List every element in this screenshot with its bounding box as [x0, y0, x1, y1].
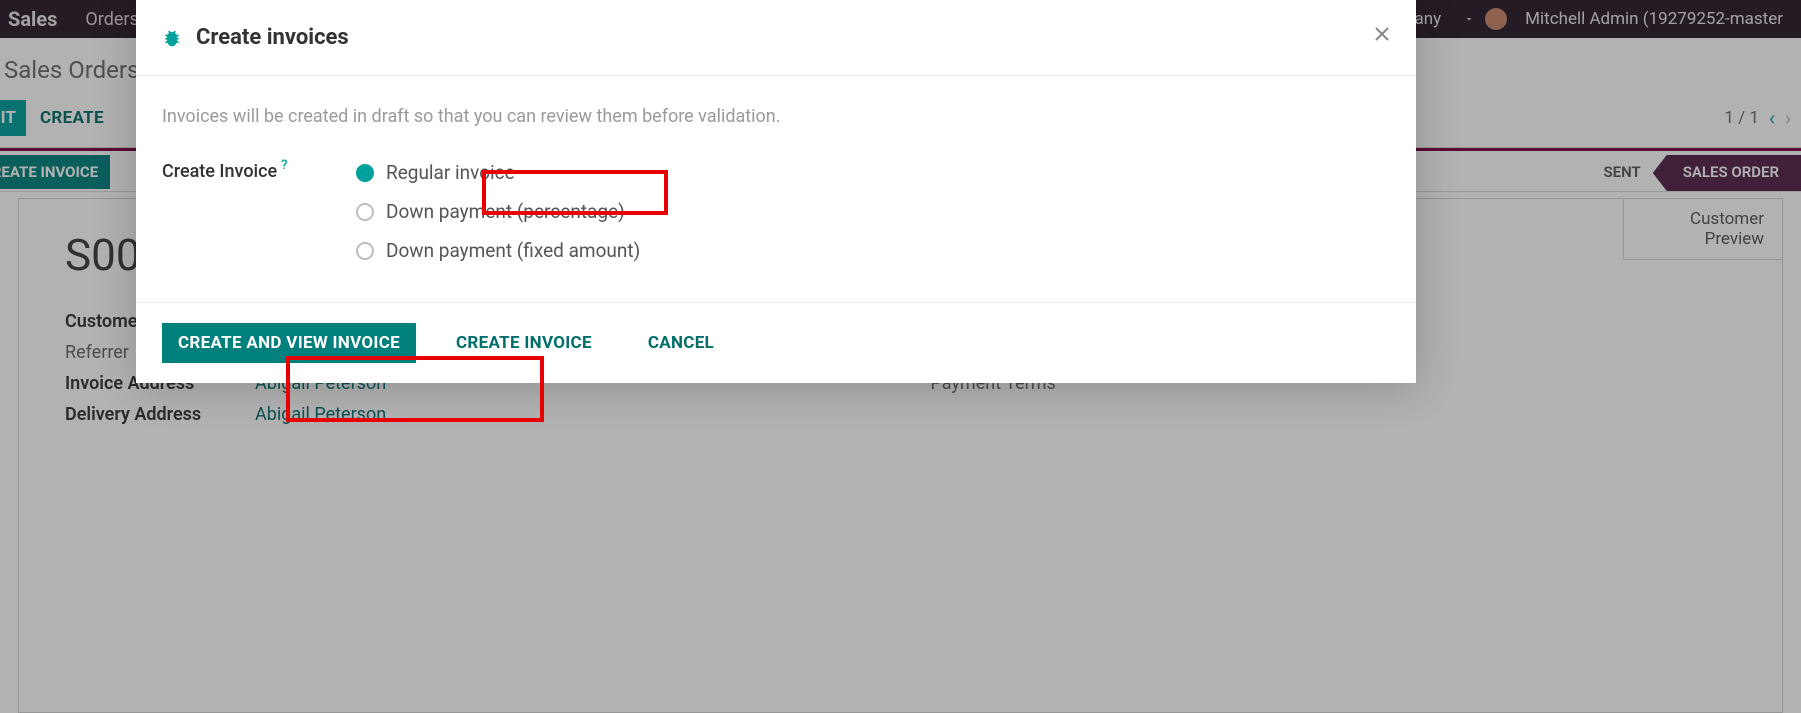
radio-down-fixed-label: Down payment (fixed amount): [386, 239, 640, 262]
close-icon[interactable]: [1370, 22, 1394, 46]
create-invoice-button-modal[interactable]: CREATE INVOICE: [440, 323, 608, 363]
bug-icon[interactable]: [162, 28, 182, 48]
modal-header: Create invoices: [136, 0, 1416, 76]
modal-footer: CREATE AND VIEW INVOICE CREATE INVOICE C…: [136, 302, 1416, 383]
radio-down-payment-percentage[interactable]: Down payment (percentage): [356, 200, 640, 223]
modal-title: Create invoices: [196, 25, 349, 50]
help-icon[interactable]: ?: [281, 158, 287, 173]
radio-dot-icon: [356, 242, 374, 260]
create-invoices-modal: Create invoices Invoices will be created…: [136, 0, 1416, 383]
radio-regular-invoice[interactable]: Regular invoice: [356, 161, 640, 184]
radio-down-pct-label: Down payment (percentage): [386, 200, 625, 223]
radio-dot-icon: [356, 203, 374, 221]
cancel-button[interactable]: CANCEL: [632, 323, 730, 363]
create-invoice-label-text: Create Invoice: [162, 161, 277, 182]
create-and-view-invoice-button[interactable]: CREATE AND VIEW INVOICE: [162, 323, 416, 363]
modal-body: Invoices will be created in draft so tha…: [136, 76, 1416, 302]
create-invoice-field: Create Invoice ? Regular invoice Down pa…: [162, 161, 1390, 262]
invoice-type-radio-group: Regular invoice Down payment (percentage…: [356, 161, 640, 262]
radio-regular-label: Regular invoice: [386, 161, 515, 184]
radio-down-payment-fixed[interactable]: Down payment (fixed amount): [356, 239, 640, 262]
radio-dot-icon: [356, 164, 374, 182]
create-invoice-label: Create Invoice ?: [162, 161, 356, 182]
modal-hint: Invoices will be created in draft so tha…: [162, 106, 1390, 127]
